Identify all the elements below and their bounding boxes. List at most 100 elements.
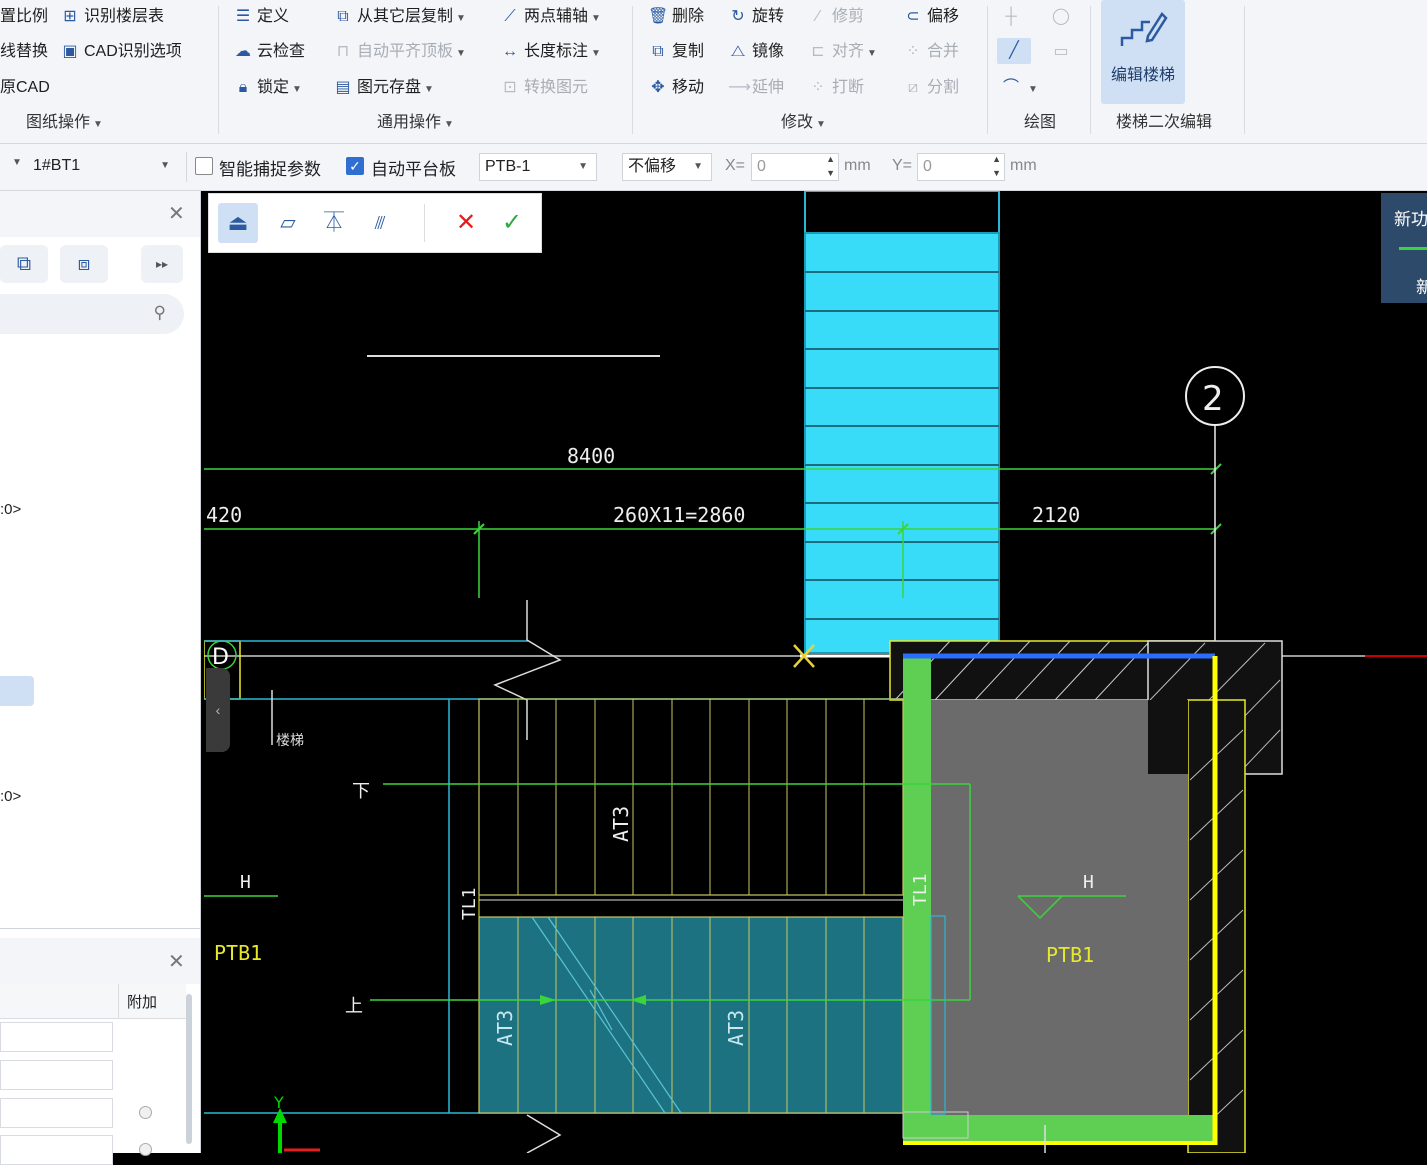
ptb1-label-left: PTB1 <box>214 941 262 965</box>
move-button[interactable]: ✥ 移动 <box>648 75 704 101</box>
cloud-check-icon: ☁ <box>235 43 251 60</box>
extra-radio[interactable] <box>139 1106 152 1119</box>
x-input[interactable]: 0 ▲ ▼ <box>751 153 839 181</box>
save-elements-label: 图元存盘 <box>357 79 422 96</box>
save-elements-icon: ▤ <box>335 79 351 96</box>
original-cad-label: 原CAD <box>0 79 50 96</box>
spinner-icon[interactable]: ▲ ▼ <box>992 152 1001 180</box>
define-label: 定义 <box>257 8 290 25</box>
property-value-input[interactable] <box>0 1060 113 1090</box>
align-label: 对齐 <box>832 43 865 60</box>
y-input[interactable]: 0 ▲ ▼ <box>917 153 1005 181</box>
tree-item[interactable]: :0> <box>0 788 21 805</box>
ptb1-label-right: PTB1 <box>1046 943 1094 967</box>
lock-button[interactable]: 🔒︎ 锁定 ▼ <box>233 75 302 101</box>
lock-label: 锁定 <box>257 79 290 96</box>
rotate-icon: ↻ <box>731 8 745 25</box>
more-button[interactable]: ▸▸ <box>141 245 183 283</box>
collapse-panel-handle[interactable]: ‹ <box>206 668 230 752</box>
group-label-paper-ops[interactable]: 图纸操作 ▼ <box>26 111 103 135</box>
mirror-button[interactable]: ⧍ 镜像 <box>728 39 784 65</box>
flight-tool-button[interactable]: ⏏ <box>218 203 258 243</box>
copy-label: 复制 <box>672 43 705 60</box>
length-dimension-button[interactable]: ↔ 长度标注 ▼ <box>500 39 601 65</box>
arc-draw-button[interactable]: ⌒ ▼ <box>1001 75 1038 101</box>
cad-canvas[interactable]: 8400 420 260X11=2860 2120 2 D H H PTB1 P… <box>204 191 1427 1153</box>
copy-component-button[interactable]: ⧉ <box>0 245 48 283</box>
point-draw-button[interactable]: ┼ <box>1001 4 1025 30</box>
offset-button[interactable]: ⊂ 偏移 <box>903 4 959 30</box>
property-value-input[interactable] <box>0 1022 113 1052</box>
convert-elements-label: 转换图元 <box>524 79 589 96</box>
save-elements-button[interactable]: ▤ 图元存盘 ▼ <box>333 75 433 101</box>
auto-align-top-button[interactable]: ⊓ 自动平齐顶板 ▼ <box>333 39 466 65</box>
align-button[interactable]: ⊏ 对齐 ▼ <box>808 39 877 65</box>
copy-from-floor-button[interactable]: ⧉ 从其它层复制 ▼ <box>333 4 466 30</box>
search-input[interactable]: ⚲ <box>0 294 184 334</box>
offset-select[interactable]: 不偏移 ▼ <box>622 153 712 181</box>
group-divider <box>1090 6 1091 134</box>
railing-tool-button[interactable]: ⫻ <box>363 203 397 243</box>
platform-select[interactable]: PTB-1 ▼ <box>479 153 597 181</box>
extend-button[interactable]: ⟶延伸 <box>728 75 784 101</box>
split-button[interactable]: ⧄ 分割 <box>903 75 959 101</box>
tree-item[interactable]: :0> <box>0 501 21 518</box>
recognize-floor-table-button[interactable]: ⊞ 识别楼层表 <box>60 4 164 30</box>
beam-tool-button[interactable]: ⏄ <box>317 203 351 243</box>
copy-button[interactable]: ⧉ 复制 <box>648 39 704 65</box>
stair-edit-icon <box>1101 0 1185 57</box>
mirror-icon: ⧍ <box>730 43 746 60</box>
line-replace-label: 线替换 <box>0 43 49 60</box>
scrollbar[interactable] <box>186 994 192 1144</box>
tree-item-selected[interactable] <box>0 676 34 706</box>
component-select-value: 1#BT1 <box>33 157 81 174</box>
convert-elements-button[interactable]: ⊡ 转换图元 <box>500 75 588 101</box>
extra-radio[interactable] <box>139 1143 152 1156</box>
chevron-down-icon[interactable]: ▼ <box>12 157 22 168</box>
layer-button[interactable]: ⧈ <box>60 245 108 283</box>
line-replace-button[interactable]: 线替换 <box>0 39 48 65</box>
recognize-floor-table-label: 识别楼层表 <box>84 8 165 25</box>
column-header-extra: 附加 <box>127 994 158 1011</box>
smart-snap-checkbox[interactable] <box>195 157 213 175</box>
convert-icon: ⊡ <box>503 79 517 96</box>
stair-flight-lower <box>478 916 904 1114</box>
group-divider <box>632 6 633 134</box>
spinner-icon[interactable]: ▲ ▼ <box>826 152 835 180</box>
railing-icon: ⫻ <box>374 213 386 233</box>
property-value-input[interactable] <box>0 1135 113 1165</box>
two-point-axis-button[interactable]: ⟋ 两点辅轴 ▼ <box>500 4 601 30</box>
cad-options-button[interactable]: ▣ CAD识别选项 <box>60 39 181 65</box>
group-label-modify[interactable]: 修改 ▼ <box>781 111 826 135</box>
close-icon[interactable]: ✕ <box>168 201 185 226</box>
confirm-button[interactable]: ✓ <box>495 203 529 243</box>
original-cad-button[interactable]: 原CAD <box>0 75 50 101</box>
cancel-button[interactable]: ✕ <box>449 203 483 243</box>
property-value-input[interactable] <box>0 1098 113 1128</box>
merge-button[interactable]: ⁘ 合并 <box>903 39 959 65</box>
break-button[interactable]: ⁘ 打断 <box>808 75 864 101</box>
offset-icon: ⊂ <box>906 8 920 25</box>
copy-from-floor-label: 从其它层复制 <box>357 8 454 25</box>
group-label-general-ops[interactable]: 通用操作 ▼ <box>377 111 454 135</box>
close-icon[interactable]: ✕ <box>168 949 185 974</box>
rotate-button[interactable]: ↻ 旋转 <box>728 4 784 30</box>
new-feature-panel[interactable]: 新功 新 <box>1381 193 1427 303</box>
copy-icon: ⧉ <box>652 43 664 60</box>
set-scale-button[interactable]: 置比例 <box>0 4 48 30</box>
cloud-check-button[interactable]: ☁ 云检查 <box>233 39 305 65</box>
h-label-right: H <box>1083 872 1094 893</box>
drawing: 8400 420 260X11=2860 2120 2 D H H PTB1 P… <box>204 191 1427 1153</box>
line-draw-button[interactable]: ╱ <box>997 38 1031 64</box>
component-select[interactable]: 1#BT1 ▼ <box>28 153 178 181</box>
trim-button[interactable]: ⁄ 修剪 <box>808 4 864 30</box>
tab-indicator <box>1399 247 1427 250</box>
edit-stair-button[interactable]: 编辑楼梯 <box>1101 0 1185 104</box>
align-icon: ⊏ <box>811 43 825 60</box>
platform-tool-button[interactable]: ▱ <box>271 203 305 243</box>
circle-draw-button[interactable]: ◯ <box>1051 4 1075 30</box>
rect-draw-button[interactable]: ▭ <box>1051 39 1075 65</box>
auto-platform-checkbox[interactable]: ✓ <box>346 157 364 175</box>
delete-button[interactable]: 🗑︎ 删除 <box>648 4 704 30</box>
define-button[interactable]: ☰ 定义 <box>233 4 289 30</box>
